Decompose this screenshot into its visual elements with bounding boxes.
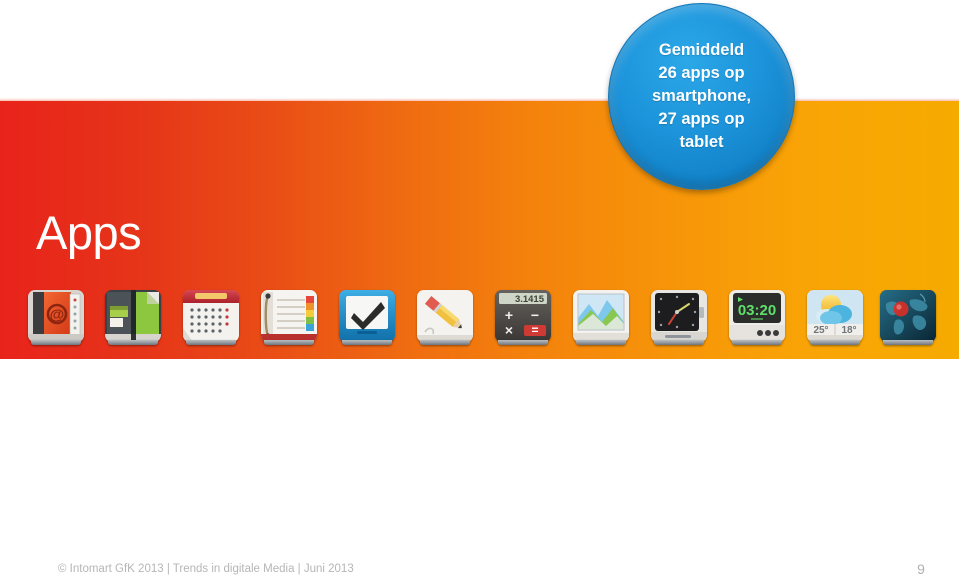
contacts-icon-body: @ bbox=[28, 290, 84, 342]
notepad-icon-body bbox=[261, 290, 317, 342]
world-map-icon-stand bbox=[883, 340, 933, 345]
calculator-icon-stand bbox=[498, 340, 548, 345]
draw-icon-art bbox=[417, 290, 473, 342]
photos-app-icon[interactable] bbox=[573, 290, 629, 348]
notebook-app-icon[interactable] bbox=[105, 290, 161, 348]
watch-icon-stand bbox=[654, 340, 704, 345]
svg-text:−: − bbox=[531, 307, 539, 323]
notebook-icon-art bbox=[105, 290, 161, 342]
svg-text:×: × bbox=[505, 322, 513, 338]
callout-line-1: Gemiddeld bbox=[658, 41, 745, 59]
contacts-app-icon[interactable]: @ bbox=[28, 290, 84, 348]
callout-line-5: tablet bbox=[679, 133, 724, 151]
page-number: 9 bbox=[917, 561, 925, 577]
slide-canvas: Apps Gemiddeld 26 apps op smartphone, 27… bbox=[0, 0, 959, 581]
app-icon-row: @ 3.1415 + − × = 03:20 25° 18° bbox=[28, 290, 936, 350]
tasks-icon-body bbox=[339, 290, 395, 342]
photos-icon-art bbox=[573, 290, 629, 342]
world-map-icon-body bbox=[880, 290, 936, 342]
watch-app-icon[interactable] bbox=[651, 290, 707, 348]
stat-callout-circle: Gemiddeld 26 apps op smartphone, 27 apps… bbox=[608, 3, 795, 190]
photos-icon-body bbox=[573, 290, 629, 342]
alarm-clock-app-icon[interactable]: 03:20 bbox=[729, 290, 785, 348]
draw-app-icon[interactable] bbox=[417, 290, 473, 348]
draw-icon-stand bbox=[420, 340, 470, 345]
weather-icon-art: 25° 18° bbox=[807, 290, 863, 342]
stat-callout-text: Gemiddeld 26 apps op smartphone, 27 apps… bbox=[638, 39, 765, 154]
notebook-icon-body bbox=[105, 290, 161, 342]
calculator-app-icon[interactable]: 3.1415 + − × = bbox=[495, 290, 551, 348]
calendar-icon-body bbox=[183, 290, 239, 342]
alarm-clock-icon-art: 03:20 bbox=[729, 290, 785, 342]
world-map-app-icon[interactable] bbox=[880, 290, 936, 348]
callout-line-2: 26 apps op bbox=[658, 64, 745, 82]
callout-line-3: smartphone, bbox=[651, 87, 752, 105]
photos-icon-stand bbox=[576, 340, 626, 345]
footer-copyright: © Intomart GfK 2013 | Trends in digitale… bbox=[58, 563, 354, 575]
weather-icon-stand bbox=[810, 340, 860, 345]
notepad-icon-art bbox=[261, 290, 317, 342]
calendar-icon-stand bbox=[186, 340, 236, 345]
calculator-icon-art: 3.1415 + − × = bbox=[495, 290, 551, 342]
alarm-clock-icon-stand bbox=[732, 340, 782, 345]
tasks-icon-art bbox=[339, 290, 395, 342]
svg-text:18°: 18° bbox=[841, 325, 856, 336]
weather-icon-body: 25° 18° bbox=[807, 290, 863, 342]
svg-text:3.1415: 3.1415 bbox=[515, 294, 545, 305]
page-title: Apps bbox=[36, 206, 142, 259]
alarm-clock-icon-body: 03:20 bbox=[729, 290, 785, 342]
world-map-icon-art bbox=[880, 290, 936, 342]
svg-text:25°: 25° bbox=[813, 325, 828, 336]
contacts-icon-art: @ bbox=[28, 290, 84, 342]
svg-text:+: + bbox=[505, 307, 513, 323]
contacts-icon-stand bbox=[31, 340, 81, 345]
notepad-icon-stand bbox=[264, 340, 314, 345]
weather-app-icon[interactable]: 25° 18° bbox=[807, 290, 863, 348]
watch-icon-body bbox=[651, 290, 707, 342]
draw-icon-body bbox=[417, 290, 473, 342]
tasks-app-icon[interactable] bbox=[339, 290, 395, 348]
svg-text:=: = bbox=[531, 323, 538, 337]
notepad-app-icon[interactable] bbox=[261, 290, 317, 348]
notebook-icon-stand bbox=[108, 340, 158, 345]
calendar-app-icon[interactable] bbox=[183, 290, 239, 348]
calendar-icon-art bbox=[183, 290, 239, 342]
calculator-icon-body: 3.1415 + − × = bbox=[495, 290, 551, 342]
watch-icon-art bbox=[651, 290, 707, 342]
svg-text:@: @ bbox=[50, 307, 65, 324]
callout-line-4: 27 apps op bbox=[658, 110, 745, 128]
tasks-icon-stand bbox=[342, 340, 392, 345]
svg-text:03:20: 03:20 bbox=[738, 302, 776, 319]
